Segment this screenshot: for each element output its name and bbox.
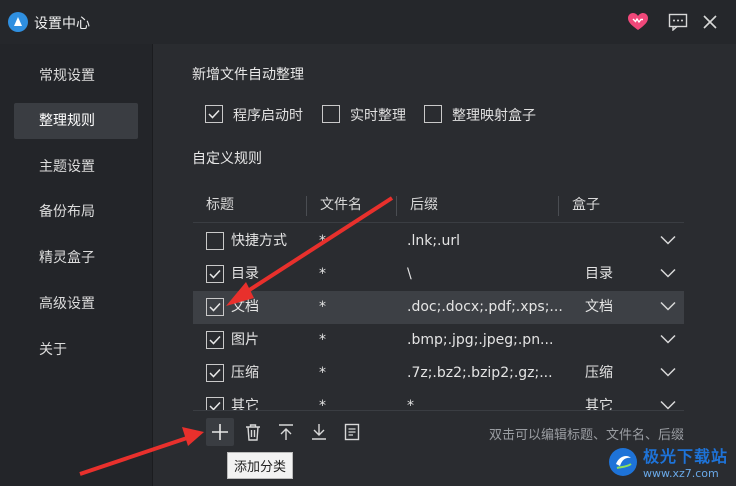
- watermark-url: www.xz7.com: [642, 467, 719, 480]
- sidebar-item-theme[interactable]: 主题设置: [14, 149, 138, 185]
- chevron-down-icon[interactable]: [660, 367, 676, 377]
- delete-button[interactable]: [239, 418, 267, 446]
- edit-hint-text: 双击可以编辑标题、文件名、后缀: [488, 428, 684, 443]
- chevron-down-icon[interactable]: [660, 268, 676, 278]
- download-icon: [312, 424, 326, 440]
- row-checkbox[interactable]: [206, 364, 224, 382]
- row-filename: *: [319, 332, 326, 348]
- table-row[interactable]: 快捷方式 * .lnk;.url: [193, 225, 684, 258]
- main-panel: 新增文件自动整理 程序启动时 实时整理 整理映射盒子 自定义规则 标题 文件名 …: [152, 44, 736, 486]
- sidebar-item-general[interactable]: 常规设置: [14, 58, 138, 94]
- add-category-button[interactable]: [206, 418, 234, 446]
- sidebar-item-rules[interactable]: 整理规则: [14, 103, 138, 139]
- column-header-title[interactable]: 标题: [206, 188, 234, 222]
- add-icon: [212, 424, 228, 440]
- row-box: [585, 324, 645, 357]
- row-suffix: .lnk;.url: [407, 233, 461, 249]
- row-box: 压缩: [585, 365, 613, 381]
- sidebar-item-backup[interactable]: 备份布局: [14, 194, 138, 230]
- table-row[interactable]: 目录 * \ 目录: [193, 258, 684, 291]
- column-header-suffix[interactable]: 后缀: [410, 188, 438, 222]
- chevron-down-icon[interactable]: [660, 301, 676, 311]
- close-icon[interactable]: [698, 10, 722, 34]
- row-title: 目录: [231, 266, 259, 282]
- row-filename: *: [319, 398, 326, 410]
- row-filename: *: [319, 266, 326, 282]
- row-suffix: .7z;.bz2;.bzip2;.gz;...: [407, 365, 553, 381]
- sidebar: 常规设置 整理规则 主题设置 备份布局 精灵盒子 高级设置 关于: [0, 44, 152, 486]
- table-row[interactable]: 文档 * .doc;.docx;.pdf;.xps;... 文档: [193, 291, 684, 324]
- move-top-icon: [279, 424, 293, 440]
- auto-organize-title: 新增文件自动整理: [192, 67, 304, 83]
- custom-rules-title: 自定义规则: [192, 151, 262, 167]
- row-checkbox[interactable]: [206, 265, 224, 283]
- title-bar: 设置中心: [0, 0, 736, 44]
- watermark-name: 极光下载站: [642, 447, 728, 466]
- column-divider[interactable]: [558, 196, 559, 216]
- table-row[interactable]: 其它 * * 其它: [193, 390, 684, 410]
- list-icon: [344, 423, 360, 441]
- watermark-logo-icon: [608, 447, 637, 476]
- move-down-button[interactable]: [305, 418, 333, 446]
- row-suffix: .doc;.docx;.pdf;.xps;...: [407, 299, 563, 315]
- table-row[interactable]: 图片 * .bmp;.jpg;.jpeg;.pn...: [193, 324, 684, 357]
- toolbar-divider: [193, 410, 684, 411]
- option-realtime-label: 实时整理: [350, 108, 406, 124]
- row-box: [585, 225, 645, 258]
- list-button[interactable]: [338, 418, 366, 446]
- app-logo-icon: [8, 12, 28, 32]
- option-mapbox-label: 整理映射盒子: [452, 108, 536, 124]
- row-suffix: \: [407, 266, 412, 282]
- row-title: 其它: [231, 398, 259, 410]
- row-title: 图片: [231, 332, 259, 348]
- row-suffix: .bmp;.jpg;.jpeg;.pn...: [407, 332, 554, 348]
- row-title: 快捷方式: [231, 233, 287, 249]
- row-filename: *: [319, 233, 326, 249]
- row-filename: *: [319, 299, 326, 315]
- column-divider[interactable]: [306, 196, 307, 216]
- row-box: 其它: [585, 398, 613, 410]
- row-box: 文档: [585, 299, 613, 315]
- heart-icon[interactable]: [626, 10, 650, 34]
- option-startup-label: 程序启动时: [233, 108, 303, 124]
- move-top-button[interactable]: [272, 418, 300, 446]
- row-checkbox[interactable]: [206, 397, 224, 410]
- row-checkbox[interactable]: [206, 298, 224, 316]
- column-divider[interactable]: [396, 196, 397, 216]
- chevron-down-icon[interactable]: [660, 235, 676, 245]
- row-checkbox[interactable]: [206, 232, 224, 250]
- delete-icon: [246, 424, 260, 441]
- table-row[interactable]: 压缩 * .7z;.bz2;.bzip2;.gz;... 压缩: [193, 357, 684, 390]
- feedback-icon[interactable]: [666, 10, 690, 34]
- row-title: 压缩: [231, 365, 259, 381]
- row-checkbox[interactable]: [206, 331, 224, 349]
- sidebar-item-advanced[interactable]: 高级设置: [14, 286, 138, 322]
- add-category-tooltip: 添加分类: [227, 452, 294, 479]
- header-divider: [193, 222, 684, 223]
- row-box: 目录: [585, 266, 613, 282]
- sidebar-item-about[interactable]: 关于: [14, 332, 138, 368]
- option-startup-checkbox[interactable]: [205, 105, 223, 123]
- window-title: 设置中心: [34, 16, 90, 32]
- chevron-down-icon[interactable]: [660, 400, 676, 410]
- sidebar-item-boxes[interactable]: 精灵盒子: [14, 240, 138, 276]
- column-header-filename[interactable]: 文件名: [320, 188, 362, 222]
- chevron-down-icon[interactable]: [660, 334, 676, 344]
- watermark: 极光下载站 www.xz7.com: [607, 443, 728, 480]
- row-suffix: *: [407, 398, 414, 410]
- option-realtime-checkbox[interactable]: [322, 105, 340, 123]
- row-filename: *: [319, 365, 326, 381]
- column-header-box[interactable]: 盒子: [572, 188, 600, 222]
- row-title: 文档: [231, 299, 259, 315]
- rules-table: 标题 文件名 后缀 盒子 快捷方式 * .lnk;.url 目录 * \ 目录: [193, 188, 684, 410]
- option-mapbox-checkbox[interactable]: [424, 105, 442, 123]
